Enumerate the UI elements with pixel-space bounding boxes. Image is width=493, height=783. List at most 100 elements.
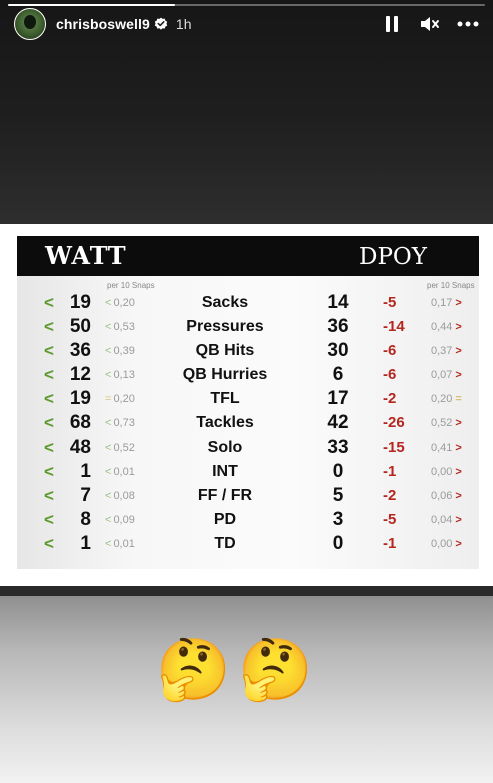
dpoy-rate-compare: > [455,489,462,502]
stat-label: TFL [210,390,240,408]
watt-rate-compare: < [105,537,112,550]
stat-row: <1 <0,01 INT 0 -1 0,00 > [17,460,479,484]
watt-better-arrow: < [44,485,54,505]
watt-better-arrow: < [44,437,54,457]
more-icon[interactable] [457,13,479,35]
story-viewer: chrisboswell9 1h WATT DPOY per 10 Snaps … [0,0,493,783]
dpoy-difference: -6 [383,342,397,360]
stat-row: <12 <0,13 QB Hurries 6 -6 0,07 > [17,363,479,387]
right-title: DPOY [359,244,427,270]
watt-value: 8 [80,508,91,530]
dpoy-rate: 0,04 > [431,508,462,532]
dpoy-rate-compare: > [455,369,462,382]
watt-rate-compare: < [105,297,112,309]
dpoy-rate-compare: > [455,297,462,309]
dpoy-rate: 0,37 > [431,339,462,363]
watt-rate: <0,52 [105,436,135,460]
stat-label: FF / FR [197,486,253,504]
dpoy-value: 42 [327,412,349,434]
stat-row: <48 <0,52 Solo 33 -15 0,41 > [17,436,479,460]
dpoy-difference: -1 [383,462,397,480]
watt-value: 68 [69,412,91,434]
dpoy-rate-value: 0,06 [431,489,453,502]
dpoy-rate-compare: = [455,393,462,406]
dpoy-difference: -26 [383,414,405,432]
left-title: WATT [45,241,127,270]
dpoy-rate-value: 0,07 [431,369,453,382]
watt-rate-compare: < [105,489,112,502]
dpoy-rate-compare: > [455,465,462,478]
thinking-face-emoji: 🤔 [156,632,232,708]
watt-better-arrow: < [44,389,54,409]
watt-rate-compare: < [105,513,112,526]
dpoy-difference: -14 [383,318,405,336]
watt-rate-value: 0,20 [113,393,135,406]
watt-rate-value: 0,20 [113,297,135,309]
watt-value: 19 [69,388,91,410]
dpoy-difference: -15 [383,438,405,456]
watt-rate: <0,73 [105,411,135,435]
stat-row: <36 <0,39 QB Hits 30 -6 0,37 > [17,339,479,363]
avatar[interactable] [14,8,46,40]
left-subheader: per 10 Snaps [107,281,155,290]
divider [0,586,493,596]
dpoy-rate-value: 0,17 [431,297,453,309]
dpoy-value: 30 [327,340,349,362]
watt-rate: <0,13 [105,363,135,387]
watt-rate: <0,08 [105,484,135,508]
watt-better-arrow: < [44,317,54,337]
watt-value: 12 [69,364,91,386]
watt-better-arrow: < [44,509,54,529]
dpoy-difference: -6 [383,366,397,384]
watt-rate-value: 0,52 [113,441,135,454]
watt-rate-compare: < [105,465,112,478]
story-controls [381,13,479,35]
dpoy-rate-value: 0,00 [431,465,453,478]
watt-better-arrow: < [44,365,54,385]
right-subheader: per 10 Snaps [427,281,475,290]
watt-value: 1 [80,460,91,482]
stat-label: Sacks [201,294,249,311]
dpoy-rate-compare: > [455,321,462,334]
watt-rate-value: 0,13 [113,369,135,382]
dpoy-rate-value: 0,20 [431,393,453,406]
watt-value: 1 [80,532,91,554]
dpoy-rate-compare: > [455,417,462,430]
post-time: 1h [175,16,192,32]
dpoy-rate: 0,20 = [431,387,462,411]
dpoy-rate: 0,17 > [431,291,462,315]
dpoy-rate-compare: > [455,441,462,454]
emoji-area: 🤔 🤔 [0,596,493,783]
dpoy-value: 0 [332,460,344,482]
dpoy-rate-value: 0,37 [431,345,453,358]
dpoy-rate-compare: > [455,513,462,526]
dpoy-value: 5 [332,484,344,506]
dpoy-rate: 0,00 > [431,532,462,556]
stat-label: Tackles [196,414,254,432]
dpoy-rate-value: 0,52 [431,417,453,430]
dpoy-rate-value: 0,44 [431,321,453,334]
watt-value: 36 [69,340,91,362]
dpoy-rate: 0,44 > [431,315,462,339]
dpoy-rate-compare: > [455,345,462,358]
dpoy-difference: -1 [383,534,397,552]
stat-row: <7 <0,08 FF / FR 5 -2 0,06 > [17,484,479,508]
story-header: chrisboswell9 1h [14,8,479,40]
username[interactable]: chrisboswell9 [56,16,150,32]
watt-rate: <0,53 [105,315,135,339]
stat-row: <1 <0,01 TD 0 -1 0,00 > [17,532,479,556]
watt-rate: <0,20 [105,291,135,315]
mute-icon[interactable] [419,13,441,35]
emoji-glyph: 🤔 [156,636,231,703]
watt-rate-value: 0,09 [113,513,135,526]
dpoy-rate-compare: > [455,537,462,550]
watt-rate-value: 0,01 [113,465,135,478]
stat-label: QB Hits [195,342,255,360]
stat-label: Pressures [186,318,264,336]
watt-rate: = 0,20 [105,387,135,411]
watt-value: 7 [80,484,91,506]
emoji-glyph: 🤔 [238,636,313,703]
pause-icon[interactable] [381,13,403,35]
dpoy-rate: 0,07 > [431,363,462,387]
story-progress-bar [8,4,485,6]
